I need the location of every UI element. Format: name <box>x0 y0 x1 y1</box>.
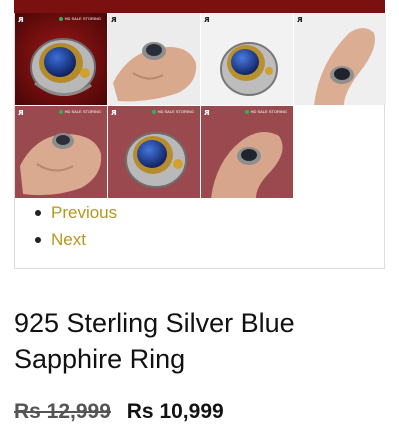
bullet-icon <box>35 209 41 216</box>
brand-logo-icon: ᴙ <box>204 15 210 25</box>
brand-logo-icon: ᴙ <box>18 15 24 25</box>
ring-image <box>201 13 293 105</box>
gallery-thumbnail-3[interactable]: ᴙ <box>201 13 293 105</box>
pagination-item-previous: Previous <box>35 199 117 226</box>
original-price: Rs 12,999 <box>14 400 111 423</box>
image-badge: HD SALE STORING <box>245 109 287 115</box>
gallery-thumbnail-2[interactable]: ᴙ <box>108 13 200 105</box>
finger-ring-image <box>294 13 386 105</box>
gallery-thumbnail-7[interactable]: ᴙ HD SALE STORING <box>201 106 293 198</box>
brand-logo-icon: ᴙ <box>111 108 117 118</box>
hand-ring-image <box>15 106 107 198</box>
brand-logo-icon: ᴙ <box>111 15 117 25</box>
product-image-gallery: ᴙ HD SALE STORING ᴙ ᴙ ᴙ ᴙ HD SALE STORIN… <box>14 13 386 269</box>
finger-ring-image <box>201 106 293 198</box>
gallery-thumbnail-4[interactable]: ᴙ <box>294 13 386 105</box>
product-title: 925 Sterling Silver Blue Sapphire Ring <box>14 308 295 374</box>
header-strip <box>14 0 385 13</box>
previous-link[interactable]: Previous <box>51 199 117 226</box>
image-badge: HD SALE STORING <box>152 109 194 115</box>
next-link[interactable]: Next <box>51 226 86 253</box>
sale-price: Rs 10,999 <box>126 400 224 423</box>
hand-ring-image <box>108 13 200 105</box>
pagination-item-next: Next <box>35 226 117 253</box>
brand-logo-icon: ᴙ <box>204 108 210 118</box>
image-badge: HD SALE STORING <box>59 16 101 22</box>
brand-logo-icon: ᴙ <box>18 108 24 118</box>
price-row: Rs 12,999 Rs 10,999 <box>14 400 224 424</box>
ring-image <box>15 13 107 105</box>
gallery-thumbnail-1[interactable]: ᴙ HD SALE STORING <box>15 13 107 105</box>
image-badge: HD SALE STORING <box>59 109 101 115</box>
gallery-thumbnail-5[interactable]: ᴙ HD SALE STORING <box>15 106 107 198</box>
ring-image <box>108 106 200 198</box>
gallery-thumbnail-6[interactable]: ᴙ HD SALE STORING <box>108 106 200 198</box>
brand-logo-icon: ᴙ <box>297 15 303 25</box>
bullet-icon <box>35 236 41 243</box>
gallery-pagination: Previous Next <box>35 199 117 253</box>
